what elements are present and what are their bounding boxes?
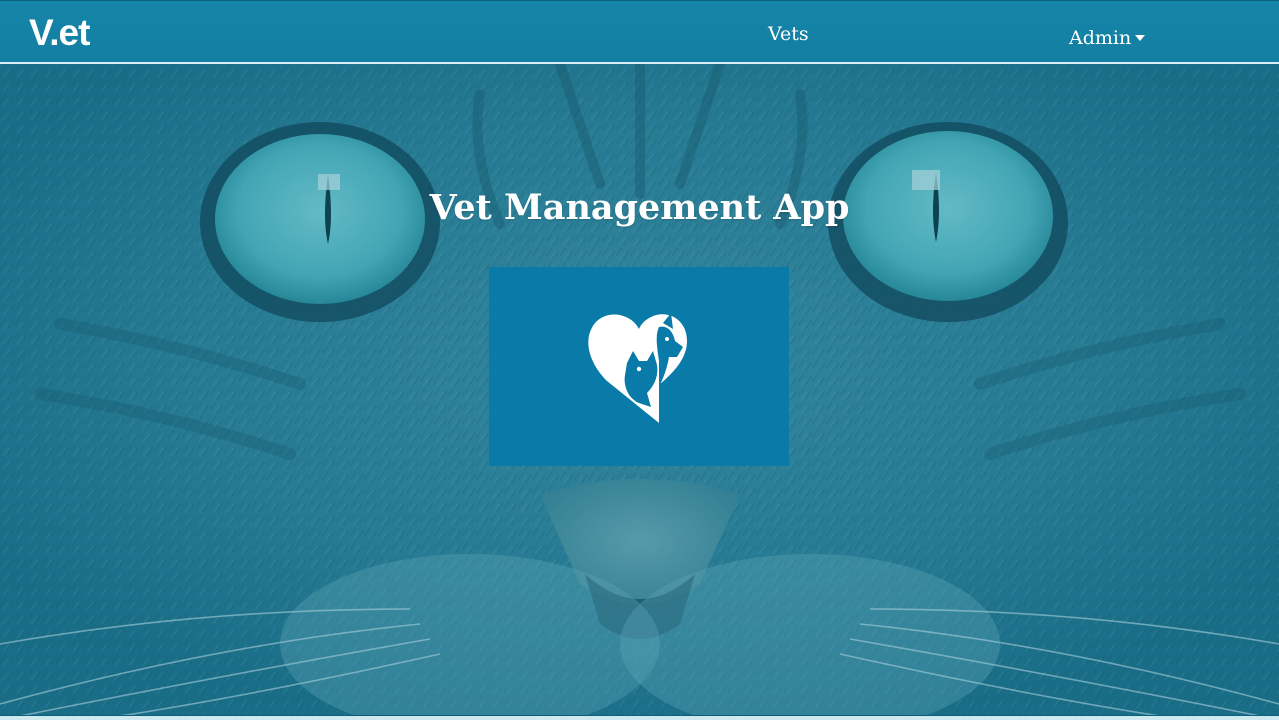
hero-section: Vet Management App <box>0 64 1279 716</box>
heart-with-pets-icon <box>588 313 687 423</box>
nav-link-vets[interactable]: Vets <box>768 21 809 47</box>
nav-admin-label: Admin <box>1069 27 1132 49</box>
footer-divider <box>0 715 1279 720</box>
brand-logo-link[interactable]: V.et <box>29 11 90 55</box>
app-logo-box <box>489 267 789 466</box>
top-navbar: V.et Vets Admin <box>0 0 1279 64</box>
caret-down-icon <box>1135 35 1146 41</box>
nav-admin-dropdown[interactable]: Admin <box>1069 25 1146 51</box>
hero-title: Vet Management App <box>429 187 850 228</box>
